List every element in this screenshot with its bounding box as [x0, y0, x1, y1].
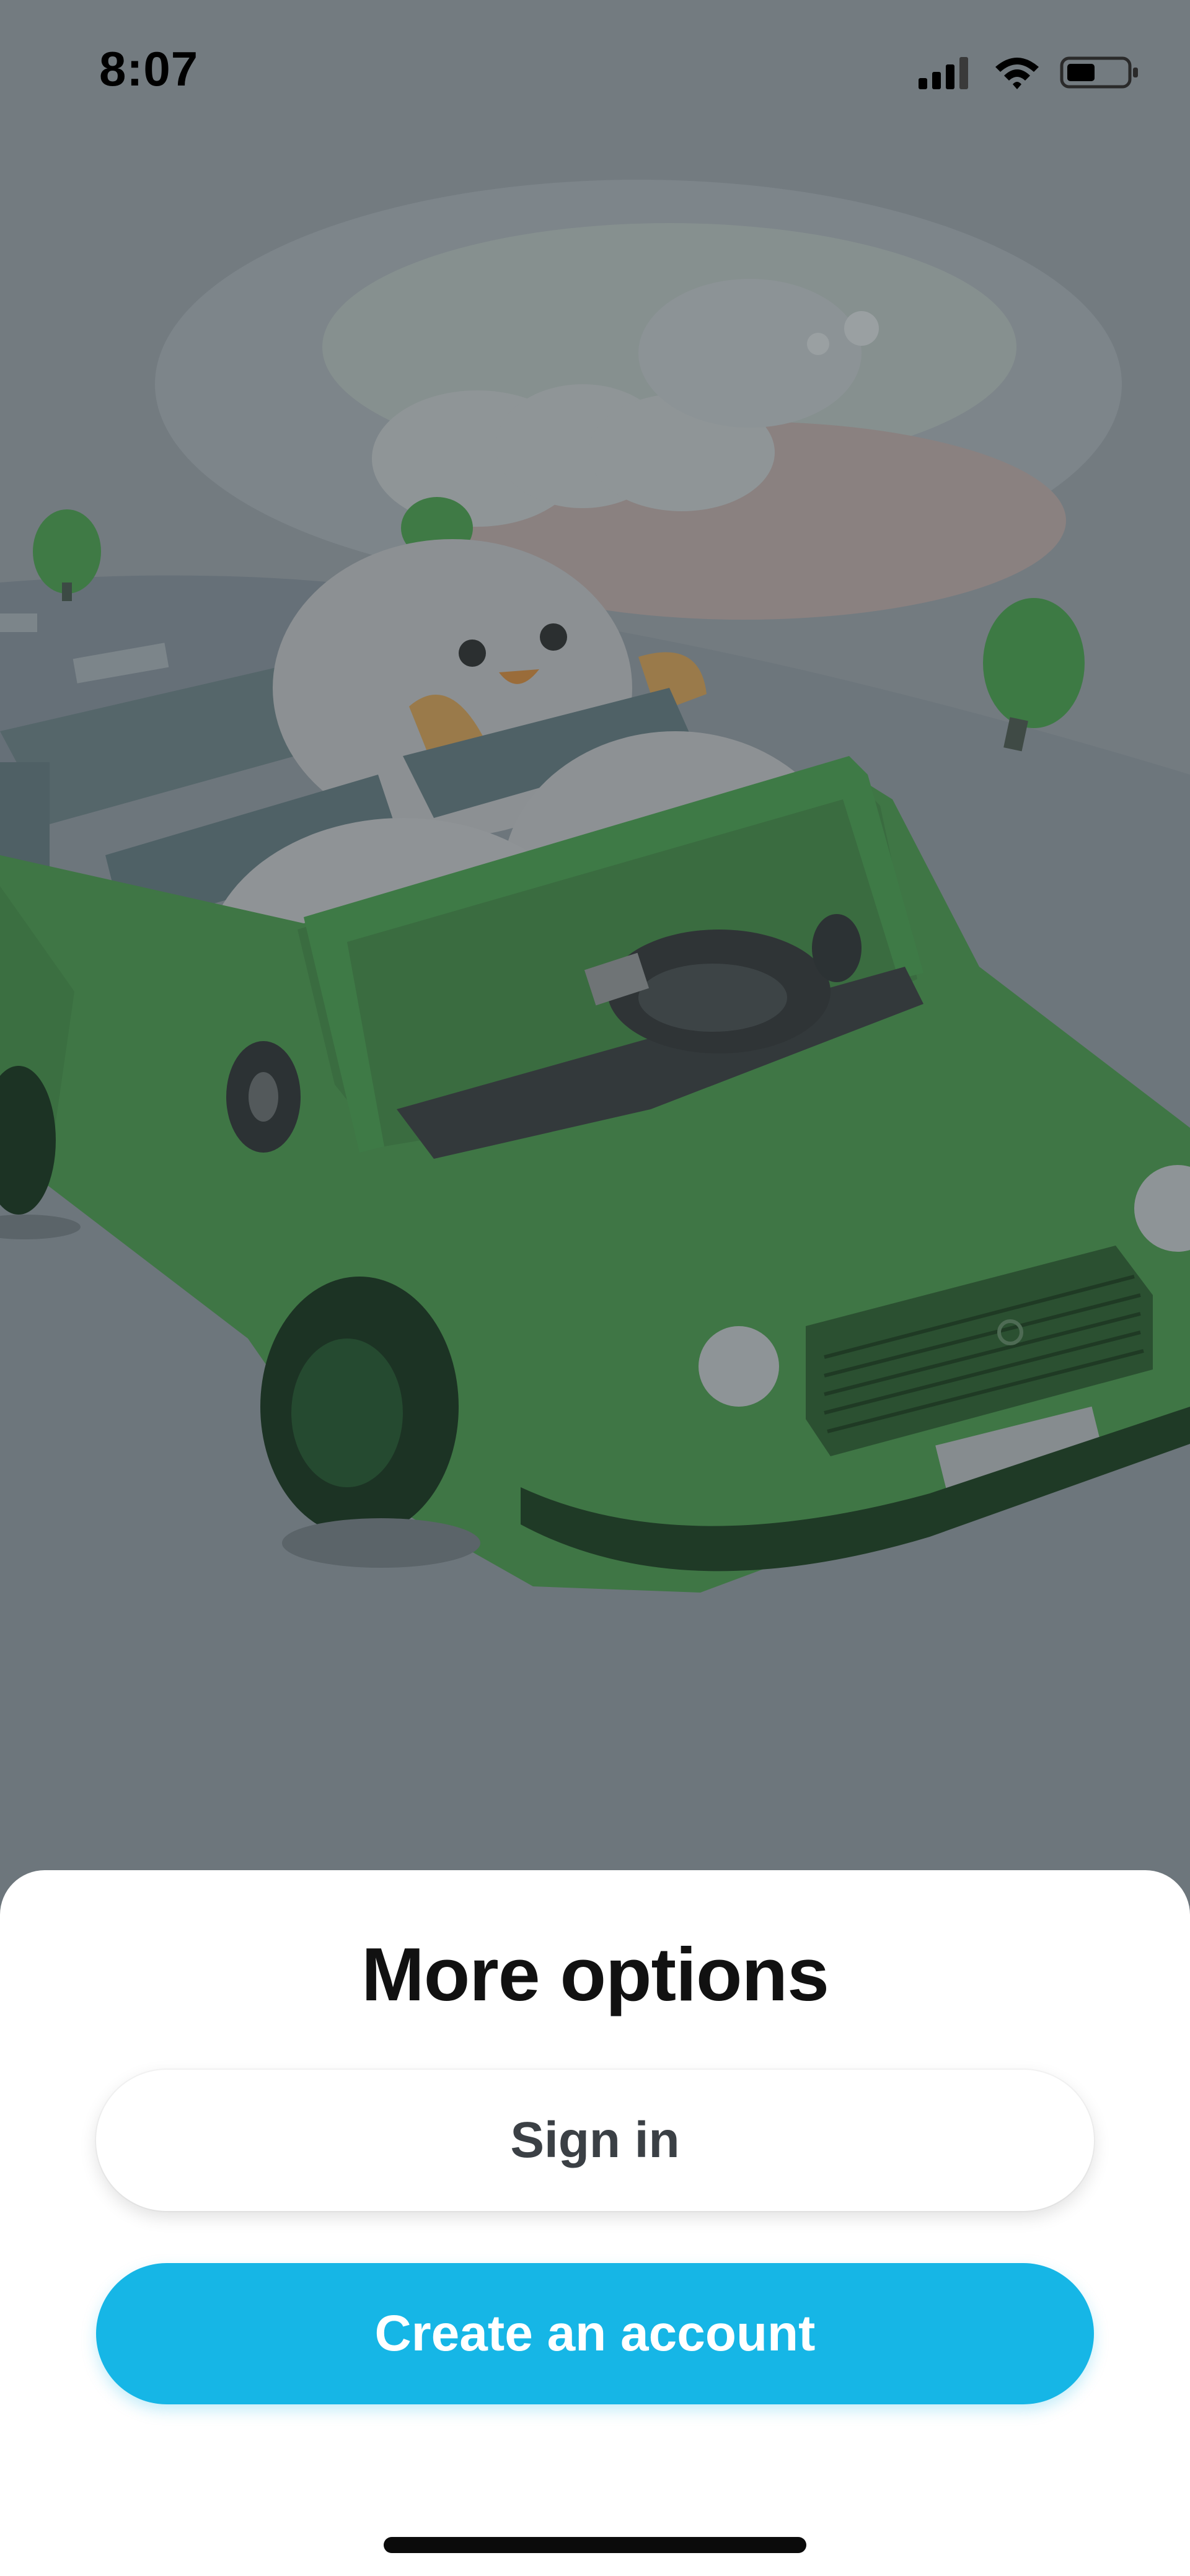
- sign-in-button[interactable]: Sign in: [96, 2070, 1094, 2211]
- battery-icon: [1060, 56, 1138, 89]
- onboarding-screen: 8:07 More options Sign in Create an acco…: [0, 0, 1190, 2576]
- more-options-sheet: More options Sign in Create an account: [0, 1870, 1190, 2576]
- home-indicator: [384, 2537, 806, 2553]
- sheet-title: More options: [361, 1932, 829, 2016]
- create-account-button[interactable]: Create an account: [96, 2263, 1094, 2404]
- signal-icon: [919, 57, 968, 89]
- status-time: 8:07: [99, 42, 199, 96]
- status-bar: 8:07: [0, 0, 1190, 146]
- car-illustration: [0, 0, 1190, 1921]
- wifi-icon: [995, 58, 1039, 89]
- status-icons: [919, 53, 1140, 90]
